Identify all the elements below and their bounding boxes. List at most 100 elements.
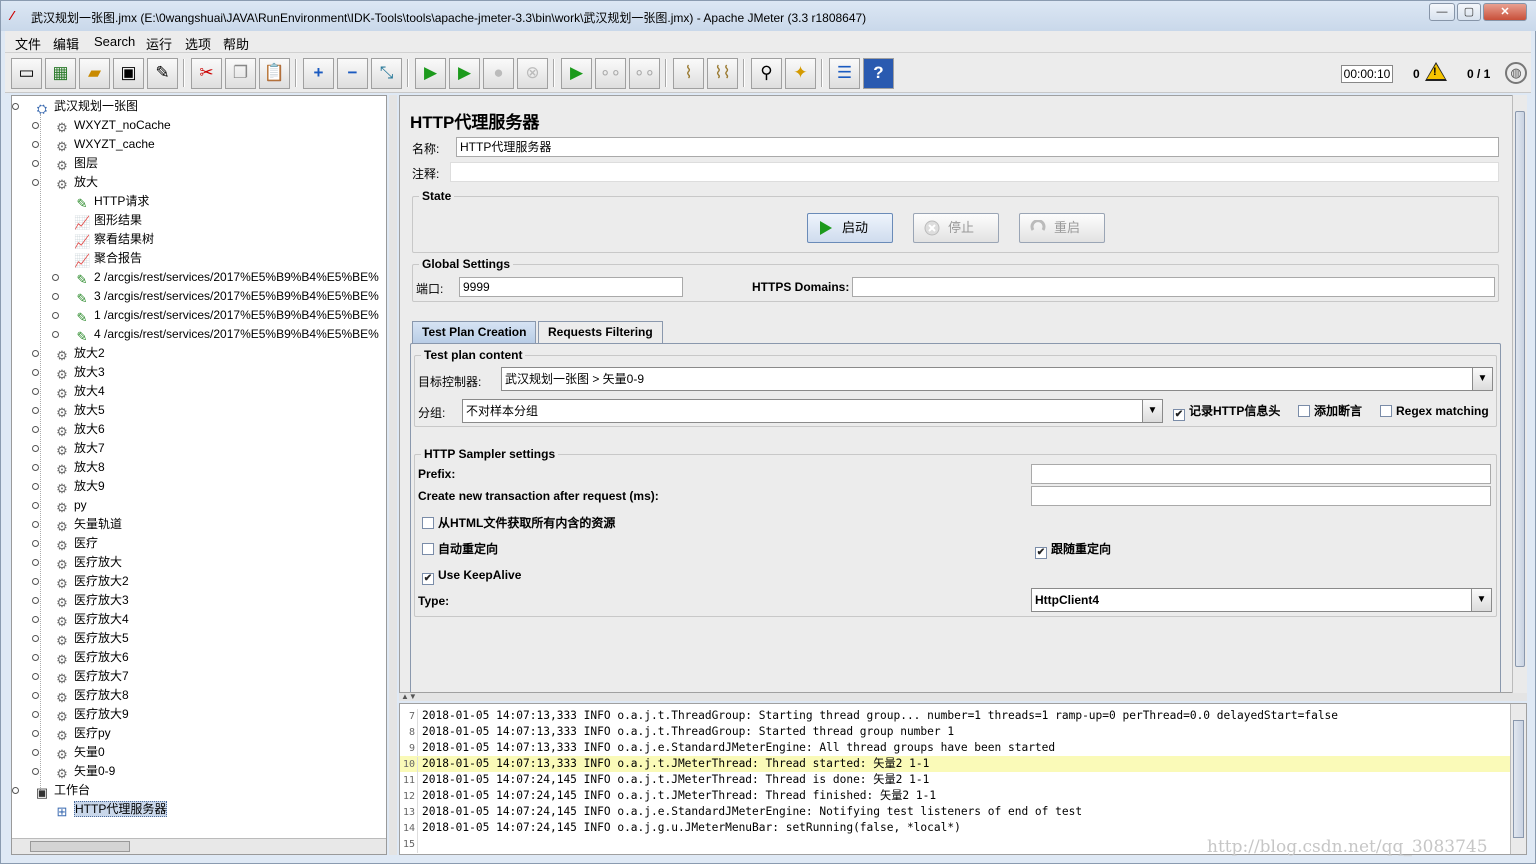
tab-requests-filtering[interactable]: Requests Filtering xyxy=(538,321,663,343)
tree-expander-icon[interactable] xyxy=(32,635,39,642)
remote-exit-icon[interactable]: ∘∘ xyxy=(629,58,660,89)
tree-node[interactable]: ⚙ 矢量0-9 xyxy=(32,762,115,781)
tree-node[interactable]: ⚙ WXYZT_cache xyxy=(32,135,155,154)
tree-node[interactable]: ⚙ 放大9 xyxy=(32,477,105,496)
tree-node[interactable]: ⚙ 医疗放大8 xyxy=(32,686,129,705)
chevron-down-icon[interactable]: ▼ xyxy=(1472,368,1492,390)
tree-expander-icon[interactable] xyxy=(32,559,39,566)
transaction-field[interactable] xyxy=(1031,486,1491,506)
log-vertical-scrollbar[interactable] xyxy=(1510,704,1526,854)
copy-icon[interactable]: ❐ xyxy=(225,58,256,89)
tree-expander-icon[interactable] xyxy=(32,692,39,699)
tree-expander-icon[interactable] xyxy=(32,445,39,452)
scroll-thumb[interactable] xyxy=(30,841,130,852)
tree-node[interactable]: ✎ HTTP请求 xyxy=(74,192,150,211)
tree-expander-icon[interactable] xyxy=(32,749,39,756)
tree-node[interactable]: ⚙ 放大7 xyxy=(32,439,105,458)
keepalive-checkbox[interactable]: ✔ Use KeepAlive xyxy=(422,568,521,585)
tree-node[interactable]: ⚙ 医疗放大3 xyxy=(32,591,129,610)
test-plan-tree[interactable]: ⛭ 武汉规划一张图 ⚙ WXYZT_noCache ⚙ WXYZT_cache ⚙ 图层 ⚙ 放大… xyxy=(11,95,387,855)
chevron-down-icon[interactable]: ▼ xyxy=(1142,400,1162,422)
shutdown-icon[interactable]: ⊗ xyxy=(517,58,548,89)
tree-expander-icon[interactable] xyxy=(32,179,39,186)
tree-expander-icon[interactable] xyxy=(32,521,39,528)
tab-test-plan-creation[interactable]: Test Plan Creation xyxy=(412,321,537,343)
checkbox-box[interactable] xyxy=(1298,405,1310,417)
tree-node[interactable]: ✎ 1 /arcgis/rest/services/2017%E5%B9%B4%E… xyxy=(52,306,379,325)
scroll-thumb[interactable] xyxy=(1515,111,1525,667)
name-field[interactable]: HTTP代理服务器 xyxy=(456,137,1499,157)
checkbox-box[interactable]: ✔ xyxy=(1173,409,1185,421)
record-headers-checkbox[interactable]: ✔ 记录HTTP信息头 xyxy=(1173,404,1280,421)
clear-all-icon[interactable]: ⌇⌇ xyxy=(707,58,738,89)
tree-expander-icon[interactable] xyxy=(32,540,39,547)
tree-expander-icon[interactable] xyxy=(12,103,19,110)
paste-icon[interactable]: 📋 xyxy=(259,58,290,89)
tree-expander-icon[interactable] xyxy=(52,274,59,281)
collapse-icon[interactable]: − xyxy=(337,58,368,89)
tree-expander-icon[interactable] xyxy=(32,464,39,471)
stop-icon[interactable]: ● xyxy=(483,58,514,89)
tree-node[interactable]: 📈 察看结果树 xyxy=(74,230,154,249)
remote-start-icon[interactable]: ▶ xyxy=(561,58,592,89)
tree-node[interactable]: ⚙ 医疗放大9 xyxy=(32,705,129,724)
tree-node[interactable]: ⚙ 放大2 xyxy=(32,344,105,363)
follow-redirects-checkbox[interactable]: ✔ 跟随重定向 xyxy=(1035,542,1111,559)
search-icon[interactable]: ⚲ xyxy=(751,58,782,89)
chevron-down-icon[interactable]: ▼ xyxy=(1471,589,1491,611)
log-viewer[interactable]: 7 2018-01-05 14:07:13,333 INFO o.a.j.t.Th… xyxy=(399,703,1527,855)
start-button[interactable]: 启动 xyxy=(807,213,893,243)
tree-expander-icon[interactable] xyxy=(32,654,39,661)
open-icon[interactable]: ▰ xyxy=(79,58,110,89)
clear-icon[interactable]: ⌇ xyxy=(673,58,704,89)
port-field[interactable]: 9999 xyxy=(459,277,683,297)
tree-expander-icon[interactable] xyxy=(32,711,39,718)
checkbox-box[interactable] xyxy=(422,517,434,529)
cut-icon[interactable]: ✂ xyxy=(191,58,222,89)
grouping-combo[interactable]: 不对样本分组 ▼ xyxy=(462,399,1163,423)
tree-expander-icon[interactable] xyxy=(32,407,39,414)
retrieve-resources-checkbox[interactable]: 从HTML文件获取所有内含的资源 xyxy=(422,516,615,530)
menu-file[interactable]: 文件 xyxy=(15,34,41,53)
checkbox-box[interactable] xyxy=(422,543,434,555)
tree-node[interactable]: ✎ 4 /arcgis/rest/services/2017%E5%B9%B4%E… xyxy=(52,325,379,344)
checkbox-box[interactable]: ✔ xyxy=(1035,547,1047,559)
menu-search[interactable]: Search xyxy=(94,34,135,49)
tree-expander-icon[interactable] xyxy=(32,388,39,395)
tree-node[interactable]: ⚙ 医疗放大 xyxy=(32,553,122,572)
tree-expander-icon[interactable] xyxy=(32,597,39,604)
checkbox-box[interactable]: ✔ xyxy=(422,573,434,585)
target-controller-combo[interactable]: 武汉规划一张图 > 矢量0-9 ▼ xyxy=(501,367,1493,391)
tree-node[interactable]: ⚙ 放大6 xyxy=(32,420,105,439)
help-icon[interactable]: ? xyxy=(863,58,894,89)
tree-node[interactable]: ▣ 工作台 xyxy=(12,781,90,800)
tree-expander-icon[interactable] xyxy=(32,483,39,490)
type-combo[interactable]: HttpClient4 ▼ xyxy=(1031,588,1492,612)
tree-node[interactable]: ⚙ 图层 xyxy=(32,154,98,173)
toggle-icon[interactable]: ⤡ xyxy=(371,58,402,89)
tree-expander-icon[interactable] xyxy=(32,616,39,623)
panel-vertical-scrollbar[interactable] xyxy=(1512,95,1527,693)
function-helper-icon[interactable]: ☰ xyxy=(829,58,860,89)
tree-expander-icon[interactable] xyxy=(32,768,39,775)
tree-node[interactable]: ⚙ 放大5 xyxy=(32,401,105,420)
tree-node[interactable]: ⚙ py xyxy=(32,496,87,515)
tree-node[interactable]: ⊞ HTTP代理服务器 xyxy=(54,800,168,819)
tree-node[interactable]: ⚙ 医疗放大4 xyxy=(32,610,129,629)
tree-node[interactable]: ⚙ 矢量轨道 xyxy=(32,515,122,534)
tree-node[interactable]: ⚙ 医疗放大2 xyxy=(32,572,129,591)
reset-search-icon[interactable]: ✦ xyxy=(785,58,816,89)
menu-run[interactable]: 运行 xyxy=(146,34,172,53)
save-icon[interactable]: ▣ xyxy=(113,58,144,89)
menu-edit[interactable]: 编辑 xyxy=(53,34,79,53)
tree-expander-icon[interactable] xyxy=(52,331,59,338)
tree-horizontal-scrollbar[interactable] xyxy=(12,838,386,854)
templates-icon[interactable]: ▦ xyxy=(45,58,76,89)
log-splitter[interactable]: ▲▼ xyxy=(399,693,1527,701)
tree-expander-icon[interactable] xyxy=(32,160,39,167)
auto-redirect-checkbox[interactable]: 自动重定向 xyxy=(422,542,498,556)
tree-expander-icon[interactable] xyxy=(32,141,39,148)
tree-expander-icon[interactable] xyxy=(32,369,39,376)
tree-node[interactable]: ⚙ 放大8 xyxy=(32,458,105,477)
tree-node[interactable]: ⚙ 医疗py xyxy=(32,724,111,743)
